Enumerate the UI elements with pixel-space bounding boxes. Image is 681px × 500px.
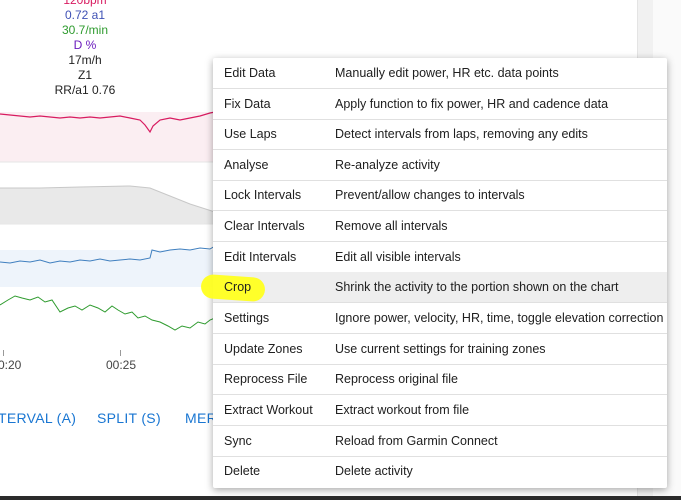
menu-item-desc: Edit all visible intervals	[335, 250, 461, 264]
split-button[interactable]: SPLIT (S)	[97, 410, 161, 426]
tick-mark-1	[3, 350, 4, 356]
menu-item-extract-workout[interactable]: Extract Workout Extract workout from fil…	[213, 395, 667, 426]
menu-item-desc: Re-analyze activity	[335, 158, 440, 172]
zone-value: Z1	[77, 68, 92, 82]
rr-value: RR/a1 0.76	[54, 83, 116, 97]
rate-value: 30.7/min	[61, 23, 109, 37]
tick-label-2: 00:25	[106, 358, 137, 372]
menu-item-label: Fix Data	[224, 97, 271, 111]
menu-item-desc: Reprocess original file	[335, 372, 458, 386]
time-axis: 0:20 00:25	[0, 358, 215, 372]
menu-item-update-zones[interactable]: Update Zones Use current settings for tr…	[213, 334, 667, 365]
menu-item-desc: Ignore power, velocity, HR, time, toggle…	[335, 311, 664, 325]
menu-item-desc: Reload from Garmin Connect	[335, 434, 498, 448]
menu-item-label: Crop	[224, 280, 252, 294]
menu-item-desc: Delete activity	[335, 464, 413, 478]
menu-item-desc: Use current settings for training zones	[335, 342, 546, 356]
menu-item-label: Reprocess File	[224, 372, 308, 386]
hr-value: 120bpm	[63, 0, 107, 7]
elevation-area	[0, 186, 215, 224]
menu-item-label: Sync	[224, 434, 252, 448]
activity-chart[interactable]	[0, 100, 215, 355]
menu-item-label: Extract Workout	[224, 403, 313, 417]
context-menu: Edit Data Manually edit power, HR etc. d…	[200, 58, 667, 488]
menu-item-clear-intervals[interactable]: Clear Intervals Remove all intervals	[213, 211, 667, 242]
menu-item-crop[interactable]: Crop Shrink the activity to the portion …	[200, 272, 667, 303]
menu-item-label: Edit Intervals	[224, 250, 297, 264]
menu-item-label: Clear Intervals	[224, 219, 305, 233]
menu-item-label: Lock Intervals	[224, 188, 302, 202]
menu-item-edit-data[interactable]: Edit Data Manually edit power, HR etc. d…	[213, 58, 667, 89]
menu-item-desc: Detect intervals from laps, removing any…	[335, 127, 588, 141]
menu-item-desc: Remove all intervals	[335, 219, 448, 233]
menu-item-reprocess-file[interactable]: Reprocess File Reprocess original file	[213, 364, 667, 395]
menu-item-use-laps[interactable]: Use Laps Detect intervals from laps, rem…	[213, 119, 667, 150]
menu-item-analyse[interactable]: Analyse Re-analyze activity	[213, 150, 667, 181]
speed-value: 17m/h	[68, 53, 102, 67]
a1-value: 0.72 a1	[64, 8, 106, 22]
menu-item-label: Settings	[224, 311, 270, 325]
menu-item-delete[interactable]: Delete Delete activity	[213, 456, 667, 486]
menu-item-fix-data[interactable]: Fix Data Apply function to fix power, HR…	[213, 89, 667, 120]
window-bottom-border	[0, 496, 681, 500]
interval-button[interactable]: TERVAL (A)	[0, 410, 76, 426]
menu-item-label: Edit Data	[224, 66, 276, 80]
menu-item-settings[interactable]: Settings Ignore power, velocity, HR, tim…	[213, 303, 667, 334]
rate-line	[0, 295, 215, 331]
menu-item-label: Update Zones	[224, 342, 303, 356]
a1-band	[0, 250, 215, 287]
menu-item-desc: Extract workout from file	[335, 403, 470, 417]
menu-item-edit-intervals[interactable]: Edit Intervals Edit all visible interval…	[213, 242, 667, 273]
menu-item-desc: Manually edit power, HR etc. data points	[335, 66, 559, 80]
stats-panel: 120bpm 0.72 a1 30.7/min D % 17m/h Z1 RR/…	[0, 0, 170, 98]
menu-item-lock-intervals[interactable]: Lock Intervals Prevent/allow changes to …	[213, 180, 667, 211]
menu-item-label: Analyse	[224, 158, 269, 172]
menu-item-sync[interactable]: Sync Reload from Garmin Connect	[213, 426, 667, 457]
menu-item-label: Delete	[224, 464, 261, 478]
menu-item-label: Use Laps	[224, 127, 277, 141]
tick-mark-2	[120, 350, 121, 356]
menu-item-desc: Apply function to fix power, HR and cade…	[335, 97, 609, 111]
menu-item-desc: Shrink the activity to the portion shown…	[335, 280, 619, 294]
tick-label-1: 0:20	[0, 358, 22, 372]
menu-item-desc: Prevent/allow changes to intervals	[335, 188, 525, 202]
d-value: D %	[73, 38, 97, 52]
